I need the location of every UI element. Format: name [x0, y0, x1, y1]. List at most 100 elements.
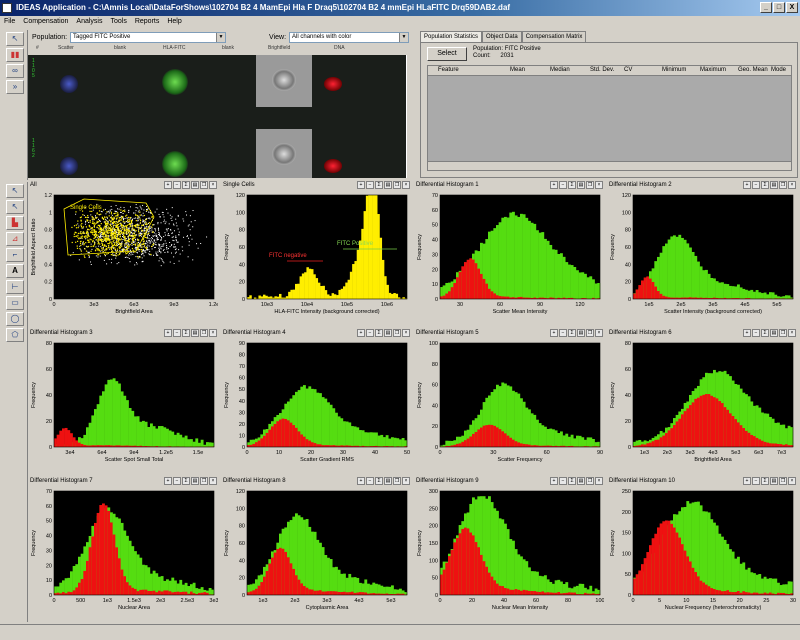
gallery-scrollbar[interactable] — [406, 55, 416, 178]
brightfield-image[interactable] — [256, 129, 312, 178]
properties-icon[interactable]: ▤ — [577, 329, 585, 337]
properties-icon[interactable]: ▤ — [577, 477, 585, 485]
plot-3[interactable]: Differential Histogram 1 + − Σ ▤ ❐ × 30 60 90 120 0… — [414, 181, 604, 327]
properties-icon[interactable]: ▤ — [191, 329, 199, 337]
header-median[interactable]: Median — [550, 67, 570, 73]
minimize-button[interactable]: _ — [760, 2, 772, 13]
close-icon[interactable]: × — [209, 477, 217, 485]
close-icon[interactable]: × — [209, 329, 217, 337]
close-icon[interactable]: × — [402, 181, 410, 189]
copy-icon[interactable]: ❐ — [393, 329, 401, 337]
zoom-in-icon[interactable]: + — [357, 477, 365, 485]
header-minimum[interactable]: Minimum — [662, 67, 686, 73]
scatter-tool-icon[interactable]: ⊿ — [6, 232, 24, 246]
header-mean[interactable]: Mean — [510, 67, 525, 73]
zoom-in-icon[interactable]: + — [164, 181, 172, 189]
zoom-in-icon[interactable]: + — [743, 477, 751, 485]
properties-icon[interactable]: ▤ — [770, 181, 778, 189]
menu-tools[interactable]: Tools — [111, 16, 127, 28]
tab-object-data[interactable]: Object Data — [482, 31, 522, 42]
copy-icon[interactable]: ❐ — [200, 477, 208, 485]
header-mode[interactable]: Mode — [771, 67, 786, 73]
plot-canvas[interactable]: 1e5 2e5 3e5 4e5 5e5 0 20 40 60 80 100 120 Scatter In… — [607, 191, 797, 327]
dna-image[interactable] — [324, 159, 342, 173]
plot-canvas[interactable]: 0 500 1e3 1.5e3 2e3 2.5e3 3e3 0 10 20 30 40 50 60 70 Nu… — [28, 487, 218, 623]
select-button[interactable]: Select — [427, 47, 467, 61]
plot-1[interactable]: All + − Σ ▤ ❐ × Single Cells 0 3e3 6e3 9e3 1.2e 0 0.2 0… — [28, 181, 218, 327]
plot-5[interactable]: Differential Histogram 3 + − Σ ▤ ❐ × 3e4 6e4 9e4 1… — [28, 329, 218, 475]
close-icon[interactable]: × — [595, 181, 603, 189]
zoom-in-icon[interactable]: + — [357, 181, 365, 189]
close-icon[interactable]: × — [402, 329, 410, 337]
plot-canvas[interactable]: Single Cells 0 3e3 6e3 9e3 1.2e 0 0.2 0.4 0.6 0.8 1… — [28, 191, 218, 327]
zoom-out-icon[interactable]: − — [752, 181, 760, 189]
stats-icon[interactable]: Σ — [182, 181, 190, 189]
close-icon[interactable]: × — [402, 477, 410, 485]
menu-analysis[interactable]: Analysis — [76, 16, 102, 28]
menu-compensation[interactable]: Compensation — [23, 16, 68, 28]
copy-icon[interactable]: ❐ — [200, 329, 208, 337]
plot-11[interactable]: Differential Histogram 9 + − Σ ▤ ❐ × 0 20 40 60 80 1… — [414, 477, 604, 623]
plot-canvas[interactable]: 3e4 6e4 9e4 1.2e5 1.5e 0 20 40 60 80 Scatter Spot … — [28, 339, 218, 475]
zoom-in-icon[interactable]: + — [164, 329, 172, 337]
plot-9[interactable]: Differential Histogram 7 + − Σ ▤ ❐ × 0 500 1e3 1.5… — [28, 477, 218, 623]
header-feature[interactable]: Feature — [438, 67, 459, 73]
zoom-out-icon[interactable]: − — [366, 181, 374, 189]
plot-canvas[interactable]: 30 60 90 120 0 10 20 30 40 50 60 70 Scatter Mean Int… — [414, 191, 604, 327]
zoom-in-icon[interactable]: + — [550, 329, 558, 337]
plot-2[interactable]: Single Cells + − Σ ▤ ❐ × FITC negative FITC Posi… — [221, 181, 411, 327]
header-geo-mean[interactable]: Geo. Mean — [738, 67, 768, 73]
line-region-icon[interactable]: ⊢ — [6, 280, 24, 294]
brightfield-image[interactable] — [256, 55, 312, 107]
tab-population-statistics[interactable]: Population Statistics — [420, 31, 483, 42]
properties-icon[interactable]: ▤ — [191, 181, 199, 189]
stats-icon[interactable]: Σ — [568, 181, 576, 189]
stats-icon[interactable]: Σ — [761, 329, 769, 337]
line-tool-icon[interactable]: ⌐ — [6, 248, 24, 262]
dna-image[interactable] — [324, 77, 342, 91]
zoom-out-icon[interactable]: − — [366, 329, 374, 337]
properties-icon[interactable]: ▤ — [770, 329, 778, 337]
close-icon[interactable]: × — [788, 181, 796, 189]
copy-icon[interactable]: ❐ — [779, 329, 787, 337]
population-select[interactable]: Tagged FITC Positive ▼ — [70, 31, 227, 43]
zoom-in-icon[interactable]: + — [357, 329, 365, 337]
copy-icon[interactable]: ❐ — [200, 181, 208, 189]
properties-icon[interactable]: ▤ — [577, 181, 585, 189]
view-select[interactable]: All channels with color ▼ — [289, 31, 410, 43]
plot-6[interactable]: Differential Histogram 4 + − Σ ▤ ❐ × 0 10 20 30 40 5… — [221, 329, 411, 475]
copy-icon[interactable]: ❐ — [779, 181, 787, 189]
stats-icon[interactable]: Σ — [761, 181, 769, 189]
menu-file[interactable]: File — [4, 16, 15, 28]
zoom-out-icon[interactable]: − — [173, 477, 181, 485]
plot-8[interactable]: Differential Histogram 6 + − Σ ▤ ❐ × 1e3 2e3 3e3 4… — [607, 329, 797, 475]
expand-icon[interactable]: » — [6, 80, 24, 94]
pointer-icon[interactable]: ↖ — [6, 32, 24, 46]
zoom-in-icon[interactable]: + — [164, 477, 172, 485]
zoom-out-icon[interactable]: − — [559, 181, 567, 189]
copy-icon[interactable]: ❐ — [586, 477, 594, 485]
stats-icon[interactable]: Σ — [761, 477, 769, 485]
statistics-table[interactable]: Feature Mean Median Std. Dev. CV Minimum… — [427, 65, 792, 171]
zoom-in-icon[interactable]: + — [550, 477, 558, 485]
zoom-in-icon[interactable]: + — [550, 181, 558, 189]
properties-icon[interactable]: ▤ — [384, 181, 392, 189]
properties-icon[interactable]: ▤ — [384, 477, 392, 485]
hla-fitc-image[interactable] — [162, 69, 188, 95]
rectangle-region-icon[interactable]: ▭ — [6, 296, 24, 310]
menu-help[interactable]: Help — [167, 16, 181, 28]
properties-icon[interactable]: ▤ — [384, 329, 392, 337]
polygon-region-icon[interactable]: ⬠ — [6, 328, 24, 342]
stats-icon[interactable]: Σ — [375, 329, 383, 337]
plot-4[interactable]: Differential Histogram 2 + − Σ ▤ ❐ × 1e5 2e5 3e5 4… — [607, 181, 797, 327]
close-icon[interactable]: × — [595, 329, 603, 337]
stats-icon[interactable]: Σ — [568, 477, 576, 485]
header-std-dev[interactable]: Std. Dev. — [590, 67, 614, 73]
stats-icon[interactable]: Σ — [568, 329, 576, 337]
close-icon[interactable]: × — [788, 477, 796, 485]
close-icon[interactable]: × — [209, 181, 217, 189]
plot-canvas[interactable]: 0 5 10 15 20 25 30 0 50 100 150 200 250 Nuclear Frequ… — [607, 487, 797, 623]
image-gallery[interactable]: 1105 1162 — [28, 55, 406, 178]
copy-icon[interactable]: ❐ — [586, 181, 594, 189]
ellipse-region-icon[interactable]: ◯ — [6, 312, 24, 326]
